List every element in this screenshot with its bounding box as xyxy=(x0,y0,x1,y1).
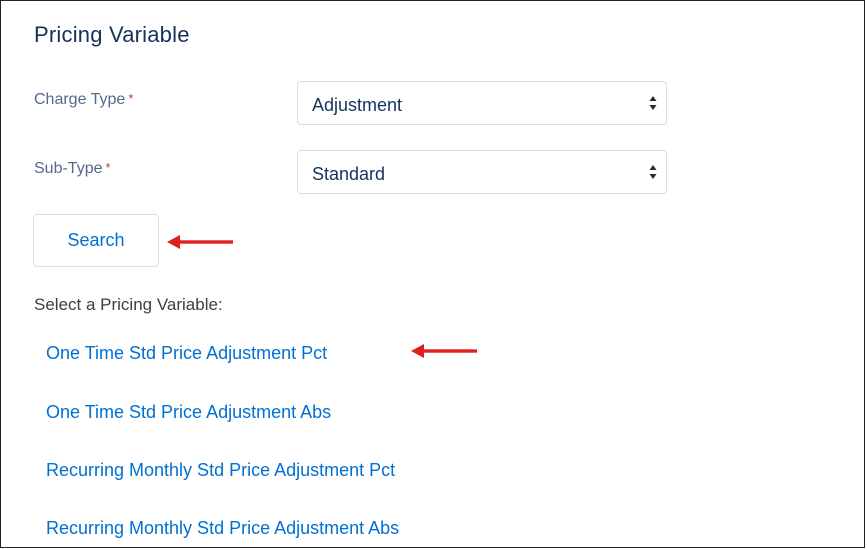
select-arrows-icon xyxy=(649,165,657,179)
select-arrows-icon xyxy=(649,96,657,110)
charge-type-label: Charge Type * xyxy=(34,91,133,109)
pricing-variable-link[interactable]: Recurring Monthly Std Price Adjustment A… xyxy=(46,518,399,539)
sub-type-label: Sub-Type * xyxy=(34,160,111,178)
sub-type-label-text: Sub-Type xyxy=(34,160,103,177)
pricing-variable-link[interactable]: One Time Std Price Adjustment Abs xyxy=(46,402,331,423)
charge-type-select[interactable]: Adjustment xyxy=(297,81,667,125)
pricing-variable-link[interactable]: Recurring Monthly Std Price Adjustment P… xyxy=(46,460,395,481)
pricing-variable-link[interactable]: One Time Std Price Adjustment Pct xyxy=(46,343,327,364)
charge-type-label-text: Charge Type xyxy=(34,91,126,108)
required-indicator: * xyxy=(128,91,134,106)
red-arrow-left-icon xyxy=(411,344,477,358)
sub-type-select[interactable]: Standard xyxy=(297,150,667,194)
select-pricing-variable-label: Select a Pricing Variable: xyxy=(34,295,223,314)
charge-type-value: Adjustment xyxy=(312,95,403,115)
sub-type-value: Standard xyxy=(312,164,386,184)
red-arrow-left-icon xyxy=(167,235,233,249)
pricing-variable-panel: Pricing Variable Charge Type * Adjustment… xyxy=(0,0,865,548)
panel-title: Pricing Variable xyxy=(34,22,190,47)
required-indicator: * xyxy=(105,160,111,175)
search-button[interactable]: Search xyxy=(33,214,159,267)
